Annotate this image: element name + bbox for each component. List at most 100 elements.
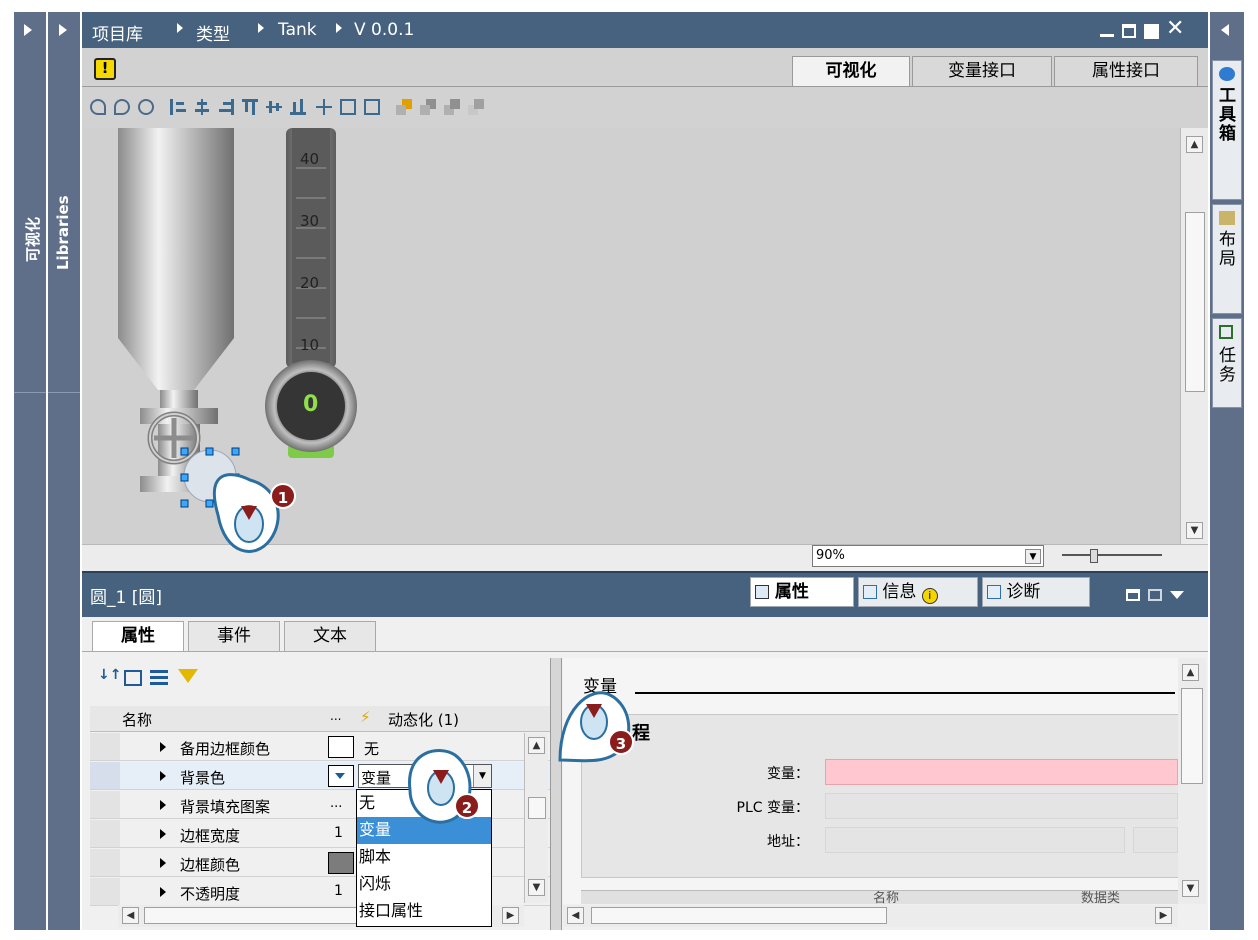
bring-front-icon[interactable] [396,99,412,115]
zoom-slider[interactable] [1062,549,1162,565]
collapse-arrow-icon[interactable] [1221,24,1229,36]
scroll-thumb[interactable] [591,907,887,924]
list-icon[interactable] [150,670,168,686]
scroll-thumb[interactable] [1185,212,1205,392]
distribute-icon[interactable] [316,99,332,115]
warning-icon[interactable]: ! [94,58,116,80]
expand-arrow-icon[interactable] [59,24,67,36]
expand-row-icon[interactable] [160,771,166,781]
same-width-icon[interactable] [340,99,356,115]
valve[interactable] [147,411,201,465]
left-strip-visualization[interactable]: 可视化 [14,12,46,930]
scroll-down-icon[interactable]: ▼ [528,879,545,896]
toolbox-vtab[interactable]: 工具箱 [1212,60,1242,200]
subtab-events[interactable]: 事件 [188,621,280,651]
dropdown-option-flash[interactable]: 闪烁 [357,871,491,898]
scroll-thumb[interactable] [1181,688,1203,784]
plc-tag-input[interactable] [825,793,1178,819]
chevron-down-icon[interactable] [1170,591,1184,599]
align-middle-icon[interactable] [266,99,282,115]
expand-row-icon[interactable] [160,800,166,810]
subtab-texts[interactable]: 文本 [284,621,376,651]
breadcrumb-types[interactable]: 类型 [196,20,230,45]
scroll-left-icon[interactable]: ◀ [122,907,139,924]
breadcrumb-project-library[interactable]: 项目库 [92,20,143,45]
zoom-slider-thumb[interactable] [1090,549,1098,563]
tab-property-interface[interactable]: 属性接口 [1054,56,1198,86]
tag-input[interactable] [825,759,1178,785]
sort-icon[interactable]: ↓↑ [98,667,121,683]
float-window-icon[interactable] [1122,24,1136,38]
dropdown-option-interface-property[interactable]: 接口属性 [357,898,491,925]
rotate-left-icon[interactable] [90,99,106,115]
color-swatch[interactable] [328,736,354,758]
left-strip-libraries[interactable]: Libraries [48,12,80,930]
subtab-properties[interactable]: 属性 [92,621,184,651]
scroll-thumb[interactable] [528,797,546,819]
scroll-up-icon[interactable]: ▲ [1182,664,1199,681]
vtab-visualization[interactable]: 可视化 [22,217,43,262]
dropdown-option-script[interactable]: 脚本 [357,844,491,871]
breadcrumb-tank[interactable]: Tank [278,20,317,40]
vtab-libraries[interactable]: Libraries [54,195,72,270]
align-bottom-icon[interactable] [290,99,306,115]
close-icon[interactable]: ✕ [1166,16,1184,41]
expand-arrow-icon[interactable] [24,24,32,36]
inspector-tab-diagnostics[interactable]: 诊断 [982,577,1090,607]
panel-splitter[interactable] [550,658,562,930]
align-left-icon[interactable] [170,99,186,115]
row-value[interactable]: 1 [334,883,343,899]
grid-vscrollbar[interactable]: ▲ ▼ [524,733,548,903]
grid-col-name[interactable]: 名称 [122,709,152,730]
breadcrumb-version[interactable]: V 0.0.1 [354,20,414,40]
color-swatch[interactable] [328,852,354,874]
scroll-down-icon[interactable]: ▼ [1182,880,1199,897]
rotate-right-icon[interactable] [114,99,130,115]
detail-vscrollbar[interactable]: ▲ ▼ [1178,658,1206,904]
scroll-up-icon[interactable]: ▲ [1186,136,1203,153]
align-right-icon[interactable] [218,99,234,115]
address-extra-input[interactable] [1133,827,1178,853]
zoom-select[interactable]: 90% ▼ [812,545,1044,567]
expand-row-icon[interactable] [160,742,166,752]
inspector-tab-properties[interactable]: 属性 [750,577,854,607]
scroll-up-icon[interactable]: ▲ [528,737,545,754]
table-row[interactable]: 备用边框颜色 无 [90,733,550,761]
inspector-tab-info[interactable]: 信息 i [858,577,978,607]
dynamization-select[interactable]: 变量 ▼ [358,764,492,788]
row-value[interactable]: 1 [334,825,343,841]
tab-visualization[interactable]: 可视化 [792,56,910,86]
expand-row-icon[interactable] [160,829,166,839]
scroll-left-icon[interactable]: ◀ [567,907,584,924]
row-dynamization[interactable]: 无 [364,738,379,759]
grid-col-dots[interactable]: ... [330,709,341,723]
float-panel-icon[interactable] [1126,589,1140,601]
canvas-vscrollbar[interactable]: ▲ ▼ [1180,128,1208,544]
panel-menu-icon[interactable] [1148,589,1162,601]
expand-row-icon[interactable] [160,858,166,868]
tab-tag-interface[interactable]: 变量接口 [912,56,1052,86]
dropdown-option-tag[interactable]: 变量 [357,817,491,844]
send-backward-icon[interactable] [444,99,460,115]
bring-forward-icon[interactable] [420,99,436,115]
rotate-icon[interactable] [138,99,154,115]
table-row-selected[interactable]: 背景色 变量 ▼ [90,762,550,790]
detail-hscrollbar[interactable]: ◀ ▶ [563,905,1178,927]
tasks-vtab[interactable]: 任务 [1212,318,1242,408]
group-icon[interactable] [124,670,142,686]
visualization-canvas[interactable]: 40 30 20 10 0 [82,128,1180,544]
align-top-icon[interactable] [242,99,258,115]
send-back-icon[interactable] [468,99,484,115]
scroll-right-icon[interactable]: ▶ [502,907,519,924]
layout-vtab[interactable]: 布局 [1212,204,1242,314]
color-dropdown[interactable] [328,765,354,787]
minimize-icon[interactable] [1100,34,1114,37]
chevron-down-icon[interactable]: ▼ [473,765,491,787]
expand-row-icon[interactable] [160,887,166,897]
address-input[interactable] [825,827,1125,853]
scroll-down-icon[interactable]: ▼ [1186,522,1203,539]
chevron-down-icon[interactable]: ▼ [1025,549,1041,564]
scroll-right-icon[interactable]: ▶ [1155,907,1172,924]
maximize-icon[interactable] [1144,24,1159,39]
same-height-icon[interactable] [364,99,380,115]
